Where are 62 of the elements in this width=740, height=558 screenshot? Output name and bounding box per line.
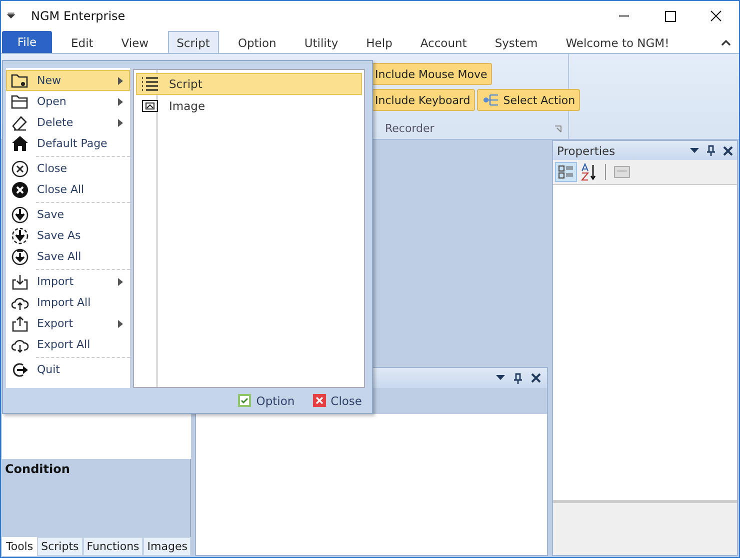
menu-item[interactable]: Delete bbox=[6, 112, 130, 133]
download-icon bbox=[10, 204, 30, 224]
menu-item[interactable]: Import bbox=[6, 271, 130, 292]
list-icon bbox=[141, 76, 159, 92]
ribbon-tab[interactable]: Utility bbox=[295, 31, 348, 53]
menu-item[interactable]: Close All bbox=[6, 179, 130, 200]
dropdown-icon[interactable] bbox=[496, 375, 505, 381]
panel-tab[interactable]: Images bbox=[143, 537, 192, 556]
window-title: NGM Enterprise bbox=[31, 8, 126, 22]
menu-item[interactable]: Open bbox=[6, 91, 130, 112]
collapse-ribbon-icon[interactable] bbox=[721, 39, 731, 47]
select-action-button[interactable]: Select Action bbox=[477, 89, 580, 111]
menu-icon[interactable] bbox=[7, 12, 15, 19]
close-icon bbox=[10, 180, 30, 200]
ribbon-tab[interactable]: System bbox=[486, 31, 547, 53]
pin-icon[interactable] bbox=[514, 372, 522, 384]
close-button[interactable]: Close bbox=[312, 394, 362, 408]
dropdown-icon[interactable] bbox=[690, 148, 699, 154]
dialog-launcher-icon[interactable] bbox=[554, 124, 562, 132]
menu-item[interactable]: Import All bbox=[6, 292, 130, 313]
menu-item[interactable]: Save All bbox=[6, 246, 130, 267]
download-icon bbox=[10, 226, 30, 246]
include-mouse-move-button[interactable]: Include Mouse Move bbox=[370, 63, 492, 85]
ribbon-tab[interactable]: Script bbox=[168, 31, 219, 53]
panel-tab[interactable]: Scripts bbox=[37, 537, 83, 556]
ribbon-tab[interactable]: Option bbox=[228, 31, 286, 53]
close-icon bbox=[312, 394, 326, 407]
submenu-item[interactable]: Script bbox=[136, 73, 362, 95]
ribbon-tab[interactable]: Help bbox=[357, 31, 402, 53]
group-label: Recorder bbox=[385, 122, 434, 135]
checkbox-icon bbox=[238, 394, 252, 407]
categorized-icon[interactable] bbox=[555, 162, 577, 182]
ribbon-tab[interactable]: View bbox=[112, 31, 158, 53]
pin-icon[interactable] bbox=[707, 145, 715, 156]
menu-item[interactable]: Quit bbox=[6, 359, 130, 380]
image-icon bbox=[141, 98, 159, 114]
panel-title: Properties bbox=[557, 144, 616, 158]
ribbon-tab[interactable]: Edit bbox=[62, 31, 102, 53]
menu-item[interactable]: Close bbox=[6, 158, 130, 179]
close-icon bbox=[10, 158, 30, 178]
home-icon bbox=[10, 134, 30, 154]
ribbon-tab[interactable]: Account bbox=[411, 31, 476, 53]
close-icon[interactable] bbox=[723, 146, 733, 156]
sort-alphabetical-icon[interactable] bbox=[580, 163, 598, 181]
include-keyboard-button[interactable]: Include Keyboard bbox=[370, 89, 476, 111]
export-icon bbox=[10, 314, 30, 334]
menu-item[interactable]: Export bbox=[6, 313, 130, 334]
menu-item[interactable]: Export All bbox=[6, 334, 130, 355]
submenu-item[interactable]: Image bbox=[136, 95, 362, 117]
download-icon bbox=[10, 246, 30, 266]
panel-tab[interactable]: Functions bbox=[82, 537, 144, 556]
close-icon[interactable] bbox=[531, 373, 541, 383]
tree-icon bbox=[482, 93, 500, 107]
menu-item[interactable]: Default Page bbox=[6, 133, 130, 154]
menu-item[interactable]: New bbox=[6, 70, 130, 91]
menu-item[interactable]: Save As bbox=[6, 225, 130, 246]
option-button[interactable]: Option bbox=[238, 394, 295, 408]
panel-tab[interactable]: Tools bbox=[2, 537, 38, 556]
condition-heading: Condition bbox=[5, 462, 70, 476]
file-tab[interactable]: File bbox=[2, 31, 52, 53]
menu-item[interactable]: Save bbox=[6, 204, 130, 225]
ribbon-tab[interactable]: Welcome to NGM! bbox=[556, 31, 678, 53]
